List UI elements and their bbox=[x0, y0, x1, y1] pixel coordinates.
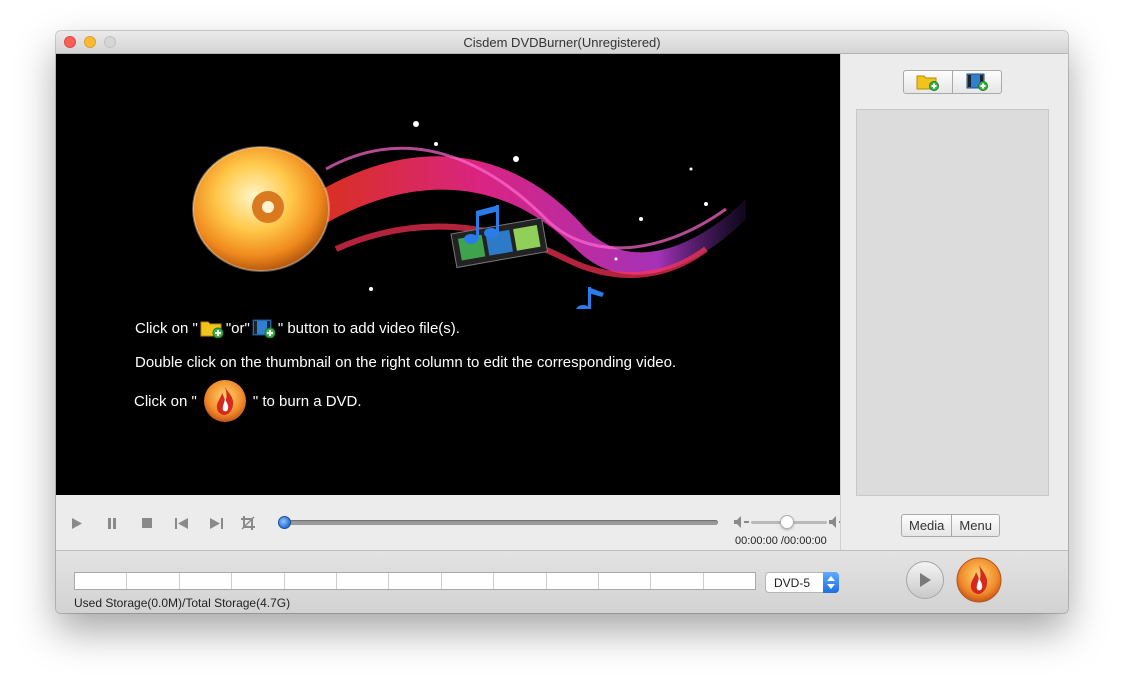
media-sidebar: Media Menu bbox=[840, 54, 1068, 550]
add-video-button[interactable] bbox=[952, 71, 1001, 93]
tab-media[interactable]: Media bbox=[902, 515, 951, 536]
next-icon[interactable] bbox=[209, 516, 223, 530]
storage-segment bbox=[494, 573, 547, 589]
sidebar-tabs: Media Menu bbox=[901, 514, 1000, 537]
disc-type-value: DVD-5 bbox=[774, 576, 811, 590]
storage-segment bbox=[127, 573, 180, 589]
storage-segment bbox=[337, 573, 390, 589]
preview-play-button[interactable] bbox=[906, 561, 944, 599]
thumbnail-list[interactable] bbox=[856, 109, 1049, 496]
pause-icon[interactable] bbox=[105, 516, 119, 530]
storage-segment bbox=[75, 573, 128, 589]
storage-segment bbox=[389, 573, 442, 589]
storage-segment bbox=[651, 573, 704, 589]
storage-segment bbox=[442, 573, 495, 589]
app-window: Cisdem DVDBurner(Unregistered) Click on … bbox=[56, 31, 1068, 613]
add-folder-button[interactable] bbox=[904, 71, 952, 93]
storage-segment bbox=[180, 573, 233, 589]
storage-meter bbox=[74, 572, 756, 590]
disc-type-select[interactable]: DVD-5 bbox=[765, 572, 839, 593]
add-buttons-group bbox=[903, 70, 1002, 94]
instruction-text: "or" bbox=[225, 319, 250, 337]
add-video-icon bbox=[966, 73, 988, 91]
select-arrows-icon bbox=[823, 572, 839, 593]
instruction-text: Click on " bbox=[135, 319, 198, 337]
instruction-add-files: Click on " "or" " button to add video fi… bbox=[135, 318, 460, 338]
volume-down-icon[interactable] bbox=[734, 515, 750, 529]
time-readout: 00:00:00 /00:00:00 bbox=[735, 535, 827, 547]
play-icon[interactable] bbox=[70, 516, 84, 530]
storage-segment bbox=[547, 573, 599, 589]
storage-label: Used Storage(0.0M)/Total Storage(4.7G) bbox=[74, 596, 291, 610]
crop-icon[interactable] bbox=[241, 516, 255, 530]
stop-icon[interactable] bbox=[140, 516, 154, 530]
video-preview[interactable]: Click on " "or" " button to add video fi… bbox=[56, 54, 840, 495]
storage-segment bbox=[599, 573, 652, 589]
storage-segment bbox=[232, 573, 285, 589]
burn-flame-icon bbox=[203, 380, 246, 422]
play-icon bbox=[920, 573, 931, 587]
burn-button[interactable] bbox=[956, 557, 1002, 603]
storage-segment bbox=[285, 573, 337, 589]
add-folder-icon bbox=[916, 75, 939, 91]
bottom-bar: Used Storage(0.0M)/Total Storage(4.7G) D… bbox=[56, 550, 1068, 613]
window-title: Cisdem DVDBurner(Unregistered) bbox=[463, 35, 661, 50]
progress-slider[interactable] bbox=[278, 516, 718, 529]
tab-menu[interactable]: Menu bbox=[951, 515, 999, 536]
previous-icon[interactable] bbox=[174, 516, 188, 530]
title-bar: Cisdem DVDBurner(Unregistered) bbox=[56, 31, 1068, 54]
instruction-burn: Click on " " to burn a DVD. bbox=[134, 379, 362, 423]
add-video-icon bbox=[252, 319, 276, 338]
instruction-edit-video: Double click on the thumbnail on the rig… bbox=[135, 354, 677, 371]
add-folder-icon bbox=[200, 321, 224, 338]
storage-segment bbox=[704, 573, 755, 589]
progress-knob[interactable] bbox=[278, 516, 291, 529]
volume-knob[interactable] bbox=[780, 515, 795, 529]
volume-slider[interactable] bbox=[751, 515, 827, 529]
instruction-text: Click on " bbox=[134, 392, 197, 410]
player-controls: 00:00:00 /00:00:00 bbox=[56, 495, 846, 550]
dvd-hero-illustration bbox=[192, 121, 746, 309]
instruction-text: " to burn a DVD. bbox=[252, 392, 362, 410]
instruction-text: " button to add video file(s). bbox=[277, 319, 460, 337]
